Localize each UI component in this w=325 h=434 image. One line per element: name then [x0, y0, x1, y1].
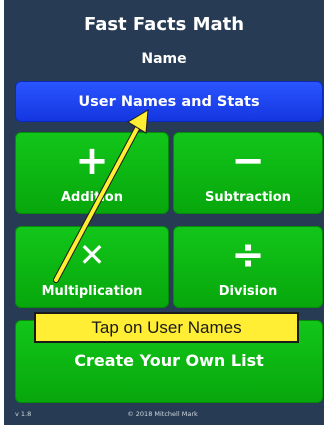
tap-user-names-callout: Tap on User Names [34, 312, 299, 343]
addition-button[interactable]: + Addition [15, 132, 169, 214]
name-label: Name [141, 51, 187, 67]
app-title: Fast Facts Math [83, 14, 245, 35]
multiplication-label: Multiplication [41, 284, 143, 299]
addition-label: Addition [61, 190, 123, 205]
user-names-stats-button[interactable]: User Names and Stats [15, 81, 323, 122]
minus-icon: − [231, 138, 265, 184]
multiplication-button[interactable]: ✕ Multiplication [15, 226, 169, 308]
subtraction-button[interactable]: − Subtraction [173, 132, 323, 214]
divide-icon: ÷ [231, 232, 265, 278]
create-list-label: Create Your Own List [74, 351, 264, 370]
multiply-icon: ✕ [78, 236, 106, 274]
subtraction-label: Subtraction [205, 190, 291, 205]
copyright-label: © 2018 Mitchell Mark [127, 410, 198, 418]
plus-icon: + [75, 138, 109, 184]
division-label: Division [218, 284, 278, 299]
division-button[interactable]: ÷ Division [173, 226, 323, 308]
